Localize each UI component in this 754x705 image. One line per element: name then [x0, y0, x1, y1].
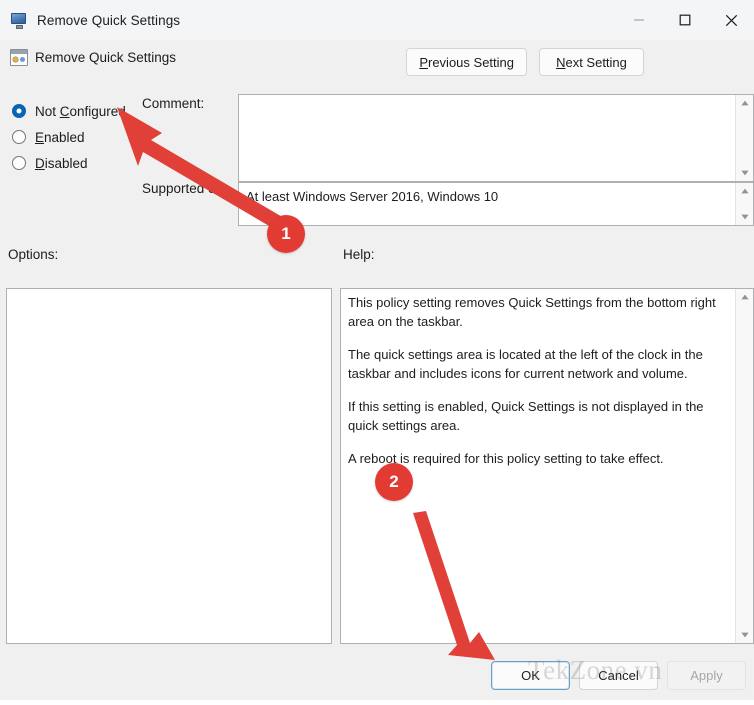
apply-button: Apply	[667, 661, 746, 690]
comment-textbox[interactable]	[238, 94, 754, 182]
dialog-footer: OK Cancel Apply	[0, 652, 754, 700]
help-paragraph: A reboot is required for this policy set…	[348, 451, 664, 466]
ok-button[interactable]: OK	[491, 661, 570, 690]
title-bar: Remove Quick Settings	[0, 0, 754, 41]
scroll-down-icon[interactable]	[736, 165, 753, 181]
comment-scrollbar[interactable]	[735, 95, 753, 181]
group-policy-setting-dialog: Remove Quick Settings Remove Quick Setti…	[0, 0, 754, 700]
help-paragraph: If this setting is enabled, Quick Settin…	[348, 399, 704, 433]
previous-setting-button[interactable]: Previous Setting	[406, 48, 527, 76]
options-panel[interactable]	[6, 288, 332, 644]
supported-on-label: Supported on:	[142, 181, 227, 196]
disabled-radio[interactable]: Disabled	[12, 150, 152, 176]
setting-header: Remove Quick Settings Previous Setting N…	[0, 40, 754, 90]
radio-label-not-configured: Not Configured	[35, 103, 126, 119]
radio-indicator-disabled	[12, 156, 26, 170]
minimize-icon[interactable]	[616, 0, 662, 40]
policy-setting-icon	[10, 49, 28, 66]
comment-label: Comment:	[142, 96, 205, 111]
scroll-up-icon[interactable]	[736, 289, 753, 305]
options-label: Options:	[8, 247, 59, 262]
maximize-icon[interactable]	[662, 0, 708, 40]
supported-on-value: At least Windows Server 2016, Windows 10	[246, 189, 499, 204]
enabled-radio[interactable]: Enabled	[12, 124, 152, 150]
help-scrollbar[interactable]	[735, 289, 753, 643]
supported-on-scrollbar[interactable]	[735, 183, 753, 225]
monitor-icon	[10, 11, 28, 29]
help-paragraph: This policy setting removes Quick Settin…	[348, 295, 716, 329]
help-paragraph: The quick settings area is located at th…	[348, 347, 703, 381]
radio-indicator-not-configured	[12, 104, 26, 118]
scroll-down-icon[interactable]	[736, 209, 753, 225]
radio-indicator-enabled	[12, 130, 26, 144]
help-panel-content: This policy setting removes Quick Settin…	[341, 289, 735, 643]
supported-on-textbox[interactable]: At least Windows Server 2016, Windows 10	[238, 182, 754, 226]
radio-label-enabled: Enabled	[35, 129, 85, 145]
comment-textbox-content[interactable]	[239, 95, 735, 181]
next-setting-button[interactable]: Next Setting	[539, 48, 644, 76]
options-panel-content	[7, 289, 331, 643]
dialog-button-row: OK Cancel Apply	[491, 661, 746, 690]
scroll-up-icon[interactable]	[736, 95, 753, 111]
help-text-body: This policy setting removes Quick Settin…	[348, 294, 728, 469]
navigation-buttons: Previous Setting Next Setting	[406, 48, 644, 76]
not-configured-radio[interactable]: Not Configured	[12, 98, 152, 124]
help-panel[interactable]: This policy setting removes Quick Settin…	[340, 288, 754, 644]
close-icon[interactable]	[708, 0, 754, 40]
policy-state-radio-group: Not Configured Enabled Disabled	[12, 98, 152, 176]
scroll-up-icon[interactable]	[736, 183, 753, 199]
help-label: Help:	[343, 247, 375, 262]
scroll-down-icon[interactable]	[736, 627, 753, 643]
window-title: Remove Quick Settings	[37, 12, 181, 28]
supported-on-content: At least Windows Server 2016, Windows 10	[239, 183, 735, 225]
radio-label-disabled: Disabled	[35, 155, 88, 171]
cancel-button[interactable]: Cancel	[579, 661, 658, 690]
page-title: Remove Quick Settings	[35, 50, 177, 65]
window-controls	[616, 0, 754, 40]
